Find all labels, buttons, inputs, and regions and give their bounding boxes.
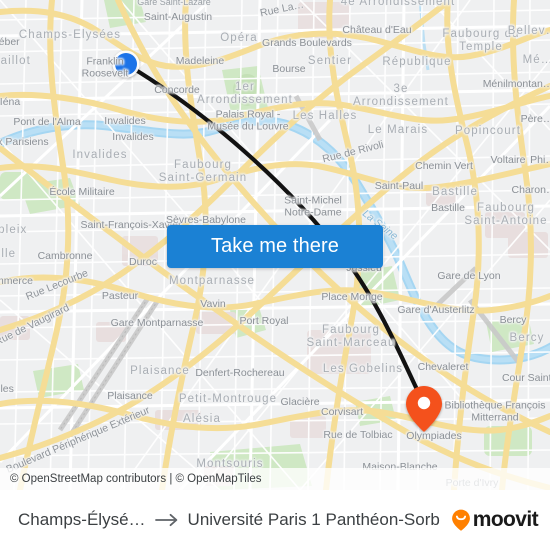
origin-dot-icon[interactable] — [112, 50, 140, 78]
destination-label: Université Paris 1 Panthéon-Sorb… — [187, 510, 440, 529]
bottom-bar: Champs-Élysé… Université Paris 1 Panthéo… — [0, 490, 550, 550]
moovit-brand[interactable]: moovit — [450, 508, 539, 532]
moovit-smile-pin-icon — [451, 509, 470, 531]
map-attribution: © OpenStreetMap contributors | © OpenMap… — [0, 468, 550, 490]
arrow-right-icon — [154, 513, 177, 527]
moovit-trip-screen: Rue La… Saint-Augustin Gare Saint-Lazare 4e… — [0, 0, 550, 550]
map-canvas[interactable]: Rue La… Saint-Augustin Gare Saint-Lazare 4e… — [0, 0, 550, 490]
attribution-text: © OpenStreetMap contributors | © OpenMap… — [10, 473, 262, 485]
origin-label: Champs-Élysé… — [18, 510, 146, 529]
route-summary[interactable]: Champs-Élysé… Université Paris 1 Panthéo… — [18, 510, 442, 530]
moovit-wordmark: moovit — [472, 508, 539, 531]
take-me-there-button[interactable]: Take me there — [167, 225, 383, 268]
